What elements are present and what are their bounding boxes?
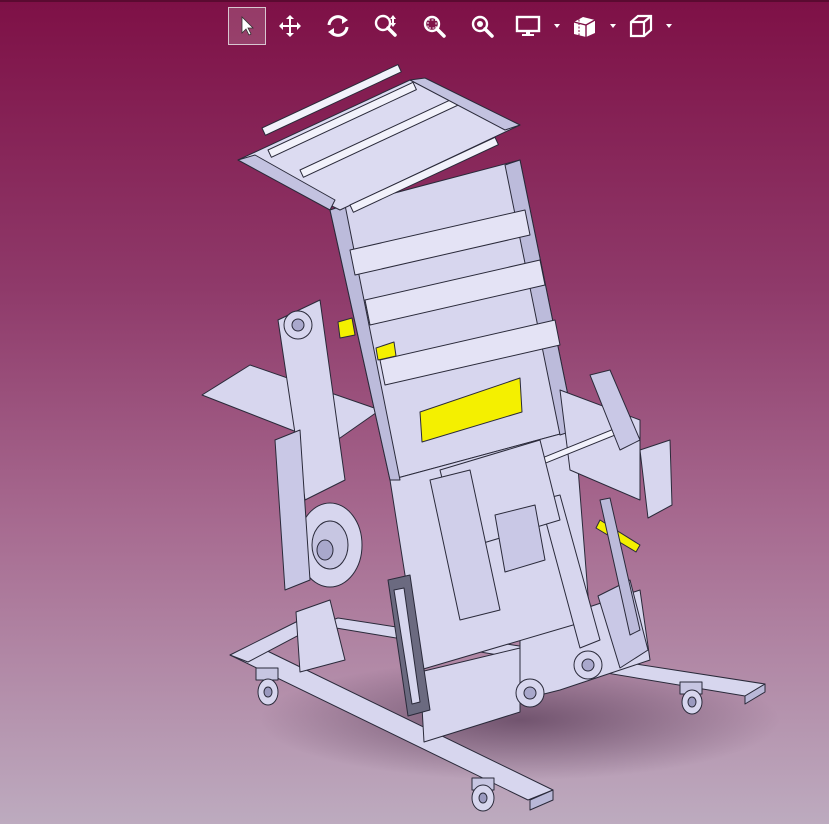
caster-wheel xyxy=(255,667,279,706)
caster-wheel xyxy=(471,777,495,812)
graphics-viewport[interactable] xyxy=(0,0,829,824)
machine-assembly-model[interactable] xyxy=(0,0,829,824)
